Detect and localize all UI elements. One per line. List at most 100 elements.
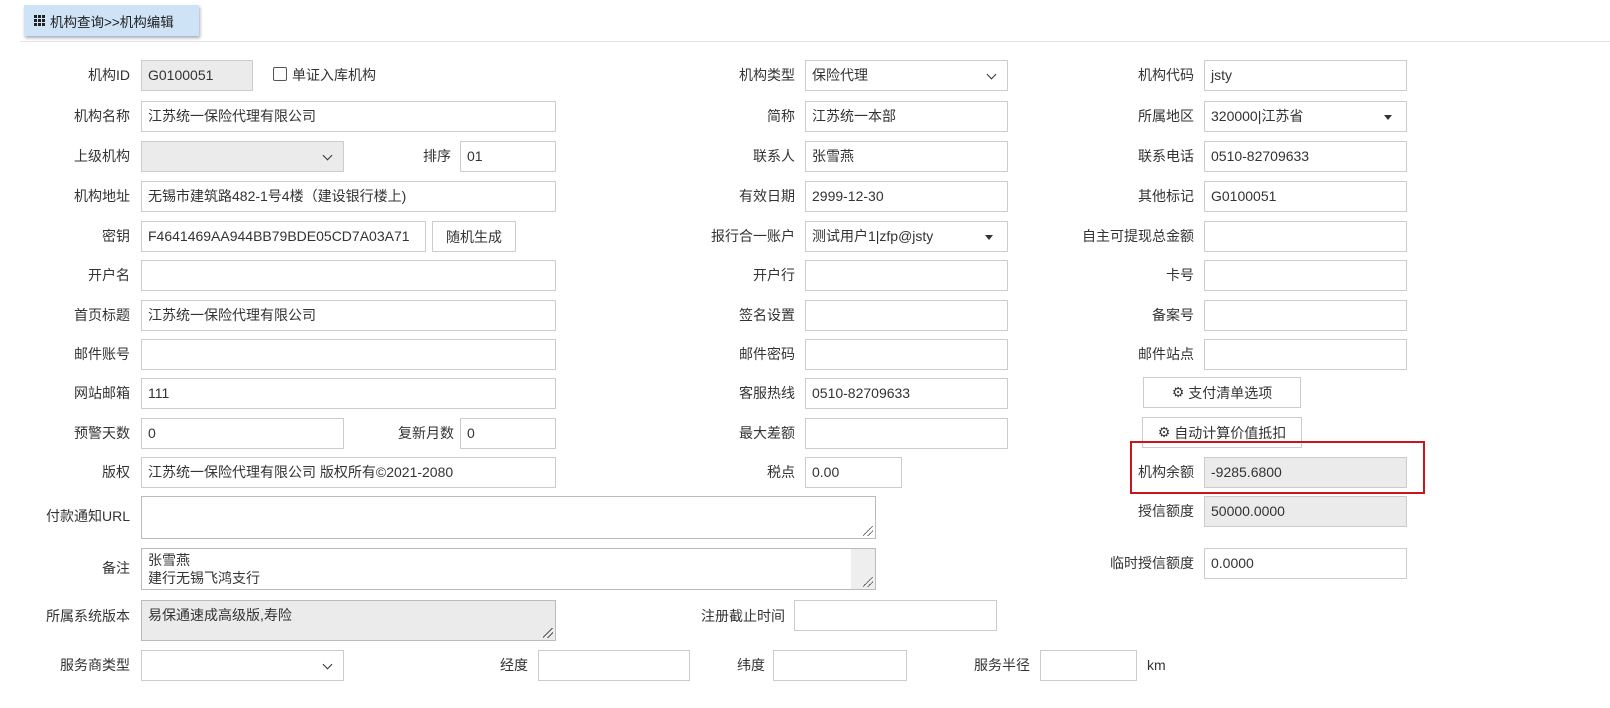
sign-input[interactable] bbox=[805, 300, 1008, 331]
sys-version-value: 易保通速成高级版,寿险 bbox=[148, 607, 292, 623]
grid-icon bbox=[34, 15, 45, 26]
site-mail-input[interactable]: 111 bbox=[141, 378, 556, 409]
mail-site-label: 邮件站点 bbox=[1138, 346, 1194, 362]
single-check-checkbox[interactable]: 单证入库机构 bbox=[273, 60, 376, 91]
sign-label: 签名设置 bbox=[739, 307, 795, 323]
card-input[interactable] bbox=[1204, 260, 1407, 291]
org-type-select[interactable]: 保险代理 bbox=[805, 60, 1008, 91]
org-type-label: 机构类型 bbox=[739, 67, 795, 83]
order-label: 排序 bbox=[423, 148, 451, 164]
report-account-label: 报行合一账户 bbox=[711, 228, 795, 244]
copyright-label: 版权 bbox=[102, 464, 130, 480]
record-input[interactable] bbox=[1204, 300, 1407, 331]
record-label: 备案号 bbox=[1152, 307, 1194, 323]
balance-input[interactable]: -9285.6800 bbox=[1204, 457, 1407, 488]
mail-password-input[interactable] bbox=[805, 339, 1008, 370]
max-diff-label: 最大差额 bbox=[739, 425, 795, 441]
order-input[interactable]: 01 bbox=[460, 141, 556, 172]
random-generate-button[interactable]: 随机生成 bbox=[432, 221, 516, 252]
warn-days-input[interactable]: 0 bbox=[141, 418, 344, 449]
phone-label: 联系电话 bbox=[1138, 148, 1194, 164]
region-select[interactable]: 320000|江苏省 bbox=[1204, 101, 1407, 132]
site-mail-label: 网站邮箱 bbox=[74, 385, 130, 401]
org-code-input[interactable]: jsty bbox=[1204, 60, 1407, 91]
checkbox-icon bbox=[273, 67, 287, 81]
sys-version-textarea[interactable]: 易保通速成高级版,寿险 bbox=[141, 600, 556, 641]
org-id-input[interactable]: G0100051 bbox=[141, 60, 253, 91]
key-input[interactable]: F4641469AA944BB79BDE05CD7A03A71 bbox=[141, 221, 426, 252]
tax-input[interactable]: 0.00 bbox=[805, 457, 902, 488]
other-mark-input[interactable]: G0100051 bbox=[1204, 181, 1407, 212]
breadcrumb-text: 机构查询>>机构编辑 bbox=[50, 14, 174, 30]
account-name-label: 开户名 bbox=[88, 267, 130, 283]
home-title-input[interactable]: 江苏统一保险代理有限公司 bbox=[141, 300, 556, 331]
credit-input[interactable]: 50000.0000 bbox=[1204, 496, 1407, 527]
mail-site-input[interactable] bbox=[1204, 339, 1407, 370]
pay-list-options-button[interactable]: ⚙ 支付清单选项 bbox=[1143, 377, 1301, 408]
other-mark-label: 其他标记 bbox=[1138, 188, 1194, 204]
key-label: 密钥 bbox=[102, 228, 130, 244]
resize-grip-icon[interactable] bbox=[863, 577, 873, 587]
valid-date-input[interactable]: 2999-12-30 bbox=[805, 181, 1008, 212]
hotline-label: 客服热线 bbox=[739, 385, 795, 401]
hotline-input[interactable]: 0510-82709633 bbox=[805, 378, 1008, 409]
mail-account-label: 邮件账号 bbox=[74, 346, 130, 362]
divider bbox=[20, 41, 1610, 42]
org-name-label: 机构名称 bbox=[74, 108, 130, 124]
radius-input[interactable] bbox=[1040, 650, 1137, 681]
pay-list-options-label: 支付清单选项 bbox=[1188, 384, 1273, 401]
tax-label: 税点 bbox=[767, 464, 795, 480]
region-label: 所属地区 bbox=[1138, 108, 1194, 124]
remark-line: 建行无锡飞鸿支行 bbox=[148, 570, 260, 586]
withdraw-input[interactable] bbox=[1204, 221, 1407, 252]
gear-icon: ⚙ bbox=[1157, 424, 1171, 440]
provider-type-select[interactable] bbox=[141, 650, 344, 681]
reg-deadline-label: 注册截止时间 bbox=[701, 608, 785, 624]
auto-calc-deduct-label: 自动计算价值抵扣 bbox=[1174, 424, 1287, 441]
balance-label: 机构余额 bbox=[1138, 464, 1194, 480]
address-input[interactable]: 无锡市建筑路482-1号4楼（建设银行楼上) bbox=[141, 181, 556, 212]
parent-org-select[interactable] bbox=[141, 141, 344, 172]
org-name-input[interactable]: 江苏统一保险代理有限公司 bbox=[141, 101, 556, 132]
remark-label: 备注 bbox=[102, 560, 130, 576]
card-label: 卡号 bbox=[1166, 267, 1194, 283]
resize-grip-icon[interactable] bbox=[543, 628, 553, 638]
credit-label: 授信额度 bbox=[1138, 503, 1194, 519]
report-account-select[interactable]: 测试用户1|zfp@jsty bbox=[805, 221, 1008, 252]
short-name-input[interactable]: 江苏统一本部 bbox=[805, 101, 1008, 132]
mail-account-input[interactable] bbox=[141, 339, 556, 370]
warn-days-label: 预警天数 bbox=[74, 425, 130, 441]
breadcrumb[interactable]: 机构查询>>机构编辑 bbox=[24, 5, 199, 36]
temp-credit-label: 临时授信额度 bbox=[1110, 555, 1194, 571]
gear-icon: ⚙ bbox=[1171, 384, 1185, 400]
withdraw-label: 自主可提现总金额 bbox=[1082, 228, 1194, 244]
max-diff-input[interactable] bbox=[805, 418, 1008, 449]
account-name-input[interactable] bbox=[141, 260, 556, 291]
bank-input[interactable] bbox=[805, 260, 1008, 291]
mail-password-label: 邮件密码 bbox=[739, 346, 795, 362]
sys-version-label: 所属系统版本 bbox=[46, 608, 130, 624]
copyright-input[interactable]: 江苏统一保险代理有限公司 版权所有©2021-2080 bbox=[141, 457, 556, 488]
pay-url-label: 付款通知URL bbox=[45, 508, 130, 524]
org-id-label: 机构ID bbox=[88, 67, 130, 83]
short-name-label: 简称 bbox=[767, 108, 795, 124]
renew-months-label: 复新月数 bbox=[398, 425, 454, 441]
bank-label: 开户行 bbox=[753, 267, 795, 283]
single-check-label: 单证入库机构 bbox=[292, 67, 376, 83]
temp-credit-input[interactable]: 0.0000 bbox=[1204, 548, 1407, 579]
contact-input[interactable]: 张雪燕 bbox=[805, 141, 1008, 172]
phone-input[interactable]: 0510-82709633 bbox=[1204, 141, 1407, 172]
valid-date-label: 有效日期 bbox=[739, 188, 795, 204]
remark-textarea[interactable]: 张雪燕建行无锡飞鸿支行 bbox=[141, 548, 876, 590]
resize-grip-icon[interactable] bbox=[863, 526, 873, 536]
renew-months-input[interactable]: 0 bbox=[460, 418, 556, 449]
remark-line: 张雪燕 bbox=[148, 552, 190, 568]
contact-label: 联系人 bbox=[753, 148, 795, 164]
latitude-label: 纬度 bbox=[737, 657, 765, 673]
org-code-label: 机构代码 bbox=[1138, 67, 1194, 83]
provider-type-label: 服务商类型 bbox=[60, 657, 130, 673]
latitude-input[interactable] bbox=[773, 650, 907, 681]
reg-deadline-input[interactable] bbox=[794, 600, 997, 631]
pay-url-textarea[interactable] bbox=[141, 496, 876, 539]
parent-org-label: 上级机构 bbox=[74, 148, 130, 164]
